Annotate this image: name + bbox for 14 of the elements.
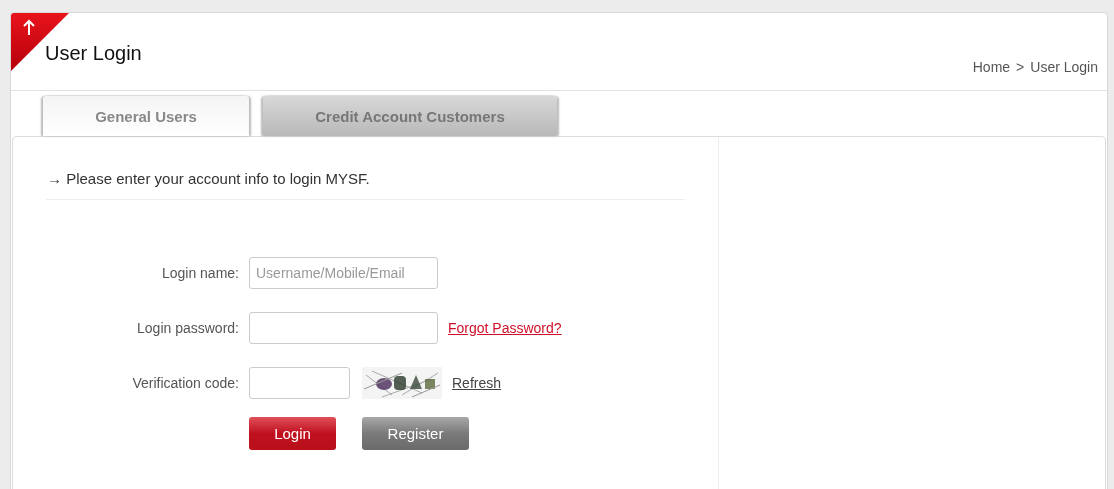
field-label: Login name: — [160, 264, 239, 281]
field-label: Verification code: — [131, 374, 239, 391]
page-title: User Login — [45, 42, 142, 65]
breadcrumb-item[interactable]: Home — [972, 59, 1011, 75]
breadcrumb-separator: > — [1016, 59, 1025, 75]
text-link[interactable]: Refresh — [452, 374, 502, 391]
login-button[interactable]: Login — [249, 417, 336, 450]
register-button[interactable]: Register — [362, 417, 469, 450]
instruction-text: → Please enter your account info to login MYSF. — [46, 170, 685, 200]
text-link[interactable]: Forgot Password? — [448, 319, 562, 336]
field-label: Login password: — [136, 319, 239, 336]
input-field[interactable]: Username/Mobile/Email — [249, 256, 438, 289]
tab[interactable]: General Users — [43, 96, 249, 136]
breadcrumb-item: User Login — [1030, 59, 1098, 75]
